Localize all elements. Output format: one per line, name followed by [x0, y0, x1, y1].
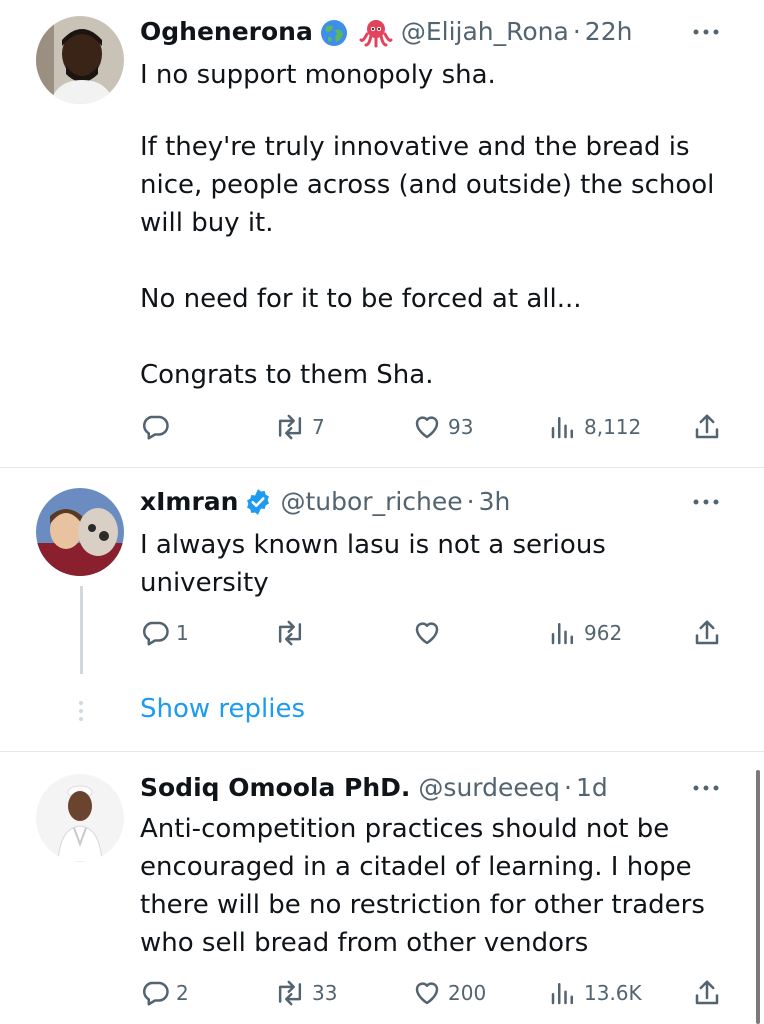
avatar-photo-icon	[36, 774, 124, 862]
like-icon	[415, 416, 439, 439]
reply-icon	[142, 621, 169, 646]
share-button[interactable]	[692, 412, 722, 442]
avatar-photo-icon	[36, 16, 124, 104]
like-button[interactable]: 93	[412, 412, 473, 442]
retweet-button[interactable]: 33	[274, 978, 337, 1008]
separator: ·	[564, 773, 572, 802]
timestamp[interactable]: 3h	[479, 486, 511, 518]
views-count: 962	[584, 621, 623, 645]
separator: ·	[466, 487, 475, 516]
timestamp[interactable]: 22h	[585, 16, 633, 48]
tweet-paragraph: Anti-competition practices should not be…	[140, 814, 705, 958]
like-icon	[415, 982, 439, 1005]
thread-dots-icon	[79, 701, 83, 721]
tweet-oghenerona[interactable]: Oghenerona @Elijah_Rona · 22h I no suppo…	[0, 0, 764, 466]
share-icon	[695, 980, 719, 1005]
tweet-ximran[interactable]: xImran @tubor_richee · 3h I always known…	[0, 468, 764, 750]
views-icon	[551, 417, 573, 439]
display-name[interactable]: Sodiq Omoola PhD.	[140, 772, 410, 804]
share-button[interactable]	[692, 618, 722, 648]
more-icon[interactable]	[692, 28, 720, 36]
more-icon[interactable]	[692, 784, 720, 792]
like-icon	[415, 622, 439, 645]
more-icon[interactable]	[692, 498, 720, 506]
tweet-paragraph: Congrats to them Sha.	[140, 360, 434, 390]
user-handle[interactable]: @tubor_richee	[280, 486, 462, 518]
tweet-text: I always known lasu is not a serious uni…	[140, 526, 660, 602]
retweet-button[interactable]	[274, 618, 312, 648]
avatar-photo-icon	[36, 488, 124, 576]
like-button[interactable]	[412, 618, 448, 648]
show-replies-link[interactable]: Show replies	[140, 694, 305, 724]
retweet-button[interactable]: 7	[274, 412, 325, 442]
retweet-icon	[278, 414, 302, 440]
reply-button[interactable]: 1	[140, 618, 189, 648]
like-count: 93	[448, 415, 474, 439]
reply-count: 2	[176, 981, 189, 1005]
display-name[interactable]: xImran	[140, 486, 238, 518]
avatar[interactable]	[36, 488, 124, 576]
separator: ·	[572, 17, 581, 46]
globe-icon	[319, 18, 349, 46]
views-icon	[551, 983, 573, 1005]
scrollbar[interactable]	[756, 770, 760, 1024]
views-button[interactable]: 13.6K	[548, 978, 642, 1008]
reply-icon	[142, 415, 169, 440]
views-icon	[551, 623, 573, 645]
retweet-count: 7	[312, 415, 325, 439]
user-handle[interactable]: @Elijah_Rona	[401, 16, 569, 48]
action-bar: 7 93 8,112	[140, 412, 730, 442]
share-icon	[695, 414, 719, 439]
retweet-count: 33	[312, 981, 338, 1005]
octopus-icon	[359, 18, 393, 48]
tweet-sodiq-omoola[interactable]: Sodiq Omoola PhD. @surdeeeq · 1d Anti-co…	[0, 752, 764, 1024]
thread-line	[80, 586, 83, 674]
views-button[interactable]: 8,112	[548, 412, 641, 442]
tweet-paragraph: No need for it to be forced at all...	[140, 284, 582, 314]
retweet-icon	[278, 620, 302, 646]
retweet-icon	[278, 980, 302, 1006]
views-button[interactable]: 962	[548, 618, 622, 648]
tweet-paragraph: If they're truly innovative and the brea…	[140, 132, 715, 238]
action-bar: 2 33 200 13.6K	[140, 978, 730, 1008]
reply-button[interactable]	[140, 412, 176, 442]
like-count: 200	[448, 981, 487, 1005]
share-button[interactable]	[692, 978, 722, 1008]
views-count: 13.6K	[584, 981, 642, 1005]
reply-button[interactable]: 2	[140, 978, 189, 1008]
reply-count: 1	[176, 621, 189, 645]
avatar[interactable]	[36, 774, 124, 862]
tweet-paragraph: I no support monopoly sha.	[140, 60, 496, 90]
share-icon	[695, 620, 719, 645]
display-name[interactable]: Oghenerona	[140, 16, 313, 48]
tweet-text: I no support monopoly sha. If they're tr…	[140, 56, 740, 394]
reply-icon	[142, 981, 169, 1006]
verified-badge-icon	[244, 488, 272, 516]
views-count: 8,112	[584, 415, 642, 439]
action-bar: 1 962	[140, 618, 730, 648]
like-button[interactable]: 200	[412, 978, 486, 1008]
avatar[interactable]	[36, 16, 124, 104]
tweet-text: Anti-competition practices should not be…	[140, 810, 730, 962]
user-handle[interactable]: @surdeeeq	[418, 772, 560, 804]
timestamp[interactable]: 1d	[576, 772, 608, 804]
tweet-paragraph: I always known lasu is not a serious uni…	[140, 530, 606, 598]
